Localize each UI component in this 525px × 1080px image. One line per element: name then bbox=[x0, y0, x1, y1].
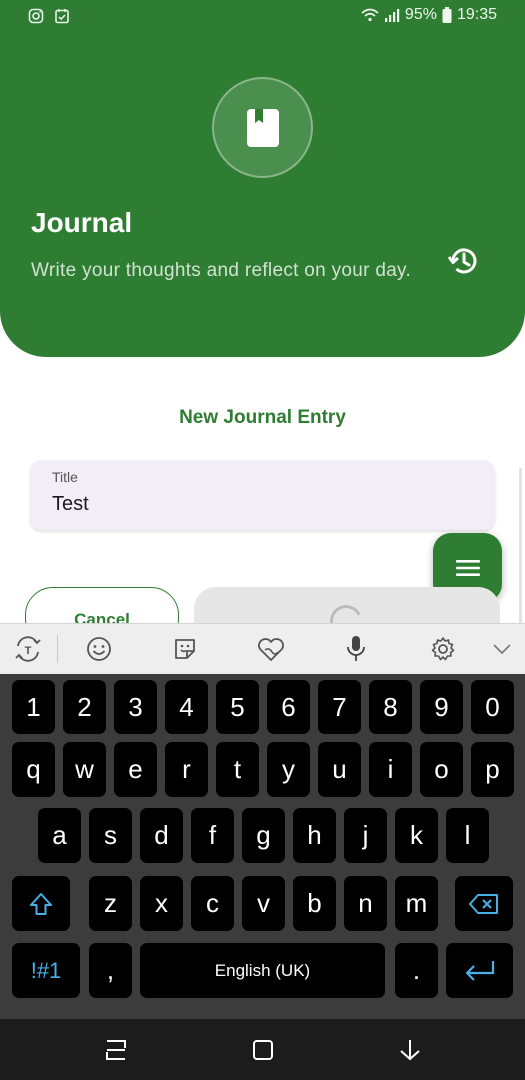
key-a[interactable]: a bbox=[38, 808, 81, 863]
key-s[interactable]: s bbox=[89, 808, 132, 863]
backspace-icon bbox=[469, 893, 498, 914]
key-e[interactable]: e bbox=[114, 742, 157, 797]
key-k[interactable]: k bbox=[395, 808, 438, 863]
key-j[interactable]: j bbox=[344, 808, 387, 863]
toolbar-divider bbox=[57, 635, 58, 663]
header: 95% 19:35 Journal Write your thoughts an… bbox=[0, 0, 525, 357]
key-2[interactable]: 2 bbox=[63, 680, 106, 734]
page-subtitle: Write your thoughts and reflect on your … bbox=[31, 260, 412, 281]
title-field-label: Title bbox=[52, 469, 78, 485]
key-t[interactable]: t bbox=[216, 742, 259, 797]
key-3[interactable]: 3 bbox=[114, 680, 157, 734]
instagram-icon bbox=[28, 8, 44, 24]
symbols-key[interactable]: !#1 bbox=[12, 943, 80, 998]
shift-icon bbox=[30, 892, 52, 915]
key-7[interactable]: 7 bbox=[318, 680, 361, 734]
back-button[interactable] bbox=[395, 1035, 425, 1065]
key-o[interactable]: o bbox=[420, 742, 463, 797]
recent-apps-button[interactable] bbox=[101, 1035, 131, 1065]
key-h[interactable]: h bbox=[293, 808, 336, 863]
title-field-value[interactable]: Test bbox=[52, 493, 89, 516]
home-button[interactable] bbox=[248, 1035, 278, 1065]
key-i[interactable]: i bbox=[369, 742, 412, 797]
chevron-down-icon[interactable] bbox=[486, 633, 518, 665]
key-u[interactable]: u bbox=[318, 742, 361, 797]
space-key[interactable]: English (UK) bbox=[140, 943, 385, 998]
key-l[interactable]: l bbox=[446, 808, 489, 863]
page-title: Journal bbox=[31, 207, 133, 238]
recent-apps-icon bbox=[106, 1040, 126, 1060]
key-f[interactable]: f bbox=[191, 808, 234, 863]
settings-icon[interactable] bbox=[427, 633, 459, 665]
enter-key[interactable] bbox=[446, 943, 513, 998]
history-button[interactable] bbox=[444, 241, 484, 281]
key-v[interactable]: v bbox=[242, 876, 285, 931]
sticker-icon[interactable] bbox=[169, 633, 201, 665]
key-y[interactable]: y bbox=[267, 742, 310, 797]
book-icon bbox=[246, 108, 279, 147]
home-icon bbox=[253, 1040, 273, 1060]
key-z[interactable]: z bbox=[89, 876, 132, 931]
back-icon bbox=[400, 1040, 420, 1061]
signal-icon bbox=[384, 9, 400, 22]
emoji-icon[interactable] bbox=[83, 633, 115, 665]
key-comma[interactable]: , bbox=[89, 943, 132, 998]
key-g[interactable]: g bbox=[242, 808, 285, 863]
svg-text:T: T bbox=[25, 645, 32, 657]
key-b[interactable]: b bbox=[293, 876, 336, 931]
shift-key[interactable] bbox=[12, 876, 70, 931]
key-c[interactable]: c bbox=[191, 876, 234, 931]
key-r[interactable]: r bbox=[165, 742, 208, 797]
key-5[interactable]: 5 bbox=[216, 680, 259, 734]
status-bar: 95% 19:35 bbox=[0, 0, 525, 34]
wifi-icon bbox=[361, 8, 379, 22]
title-field[interactable]: Title Test bbox=[30, 460, 495, 530]
journal-screen: 95% 19:35 Journal Write your thoughts an… bbox=[0, 0, 525, 1080]
key-period[interactable]: . bbox=[395, 943, 438, 998]
key-d[interactable]: d bbox=[140, 808, 183, 863]
clock: 19:35 bbox=[456, 6, 497, 23]
calendar-check-icon bbox=[55, 9, 69, 24]
text-recognition-icon[interactable]: T bbox=[12, 633, 44, 665]
key-p[interactable]: p bbox=[471, 742, 514, 797]
navigation-bar bbox=[0, 1019, 525, 1080]
key-1[interactable]: 1 bbox=[12, 680, 55, 734]
key-q[interactable]: q bbox=[12, 742, 55, 797]
enter-icon bbox=[465, 960, 494, 981]
journal-book-badge bbox=[212, 77, 313, 178]
key-n[interactable]: n bbox=[344, 876, 387, 931]
history-icon bbox=[447, 248, 477, 274]
key-8[interactable]: 8 bbox=[369, 680, 412, 734]
backspace-key[interactable] bbox=[455, 876, 513, 931]
key-x[interactable]: x bbox=[140, 876, 183, 931]
keyboard-toolbar: T bbox=[0, 623, 525, 674]
menu-icon bbox=[455, 559, 480, 576]
key-m[interactable]: m bbox=[395, 876, 438, 931]
key-4[interactable]: 4 bbox=[165, 680, 208, 734]
keyboard: 1 2 3 4 5 6 7 8 9 0 q w e r t y u i o p … bbox=[0, 674, 525, 1019]
key-9[interactable]: 9 bbox=[420, 680, 463, 734]
key-0[interactable]: 0 bbox=[471, 680, 514, 734]
heart-sticker-icon[interactable] bbox=[255, 633, 287, 665]
microphone-icon[interactable] bbox=[340, 633, 372, 665]
key-6[interactable]: 6 bbox=[267, 680, 310, 734]
battery-percent: 95% bbox=[404, 6, 437, 23]
key-w[interactable]: w bbox=[63, 742, 106, 797]
battery-icon bbox=[442, 7, 452, 23]
form-heading: New Journal Entry bbox=[179, 407, 346, 428]
